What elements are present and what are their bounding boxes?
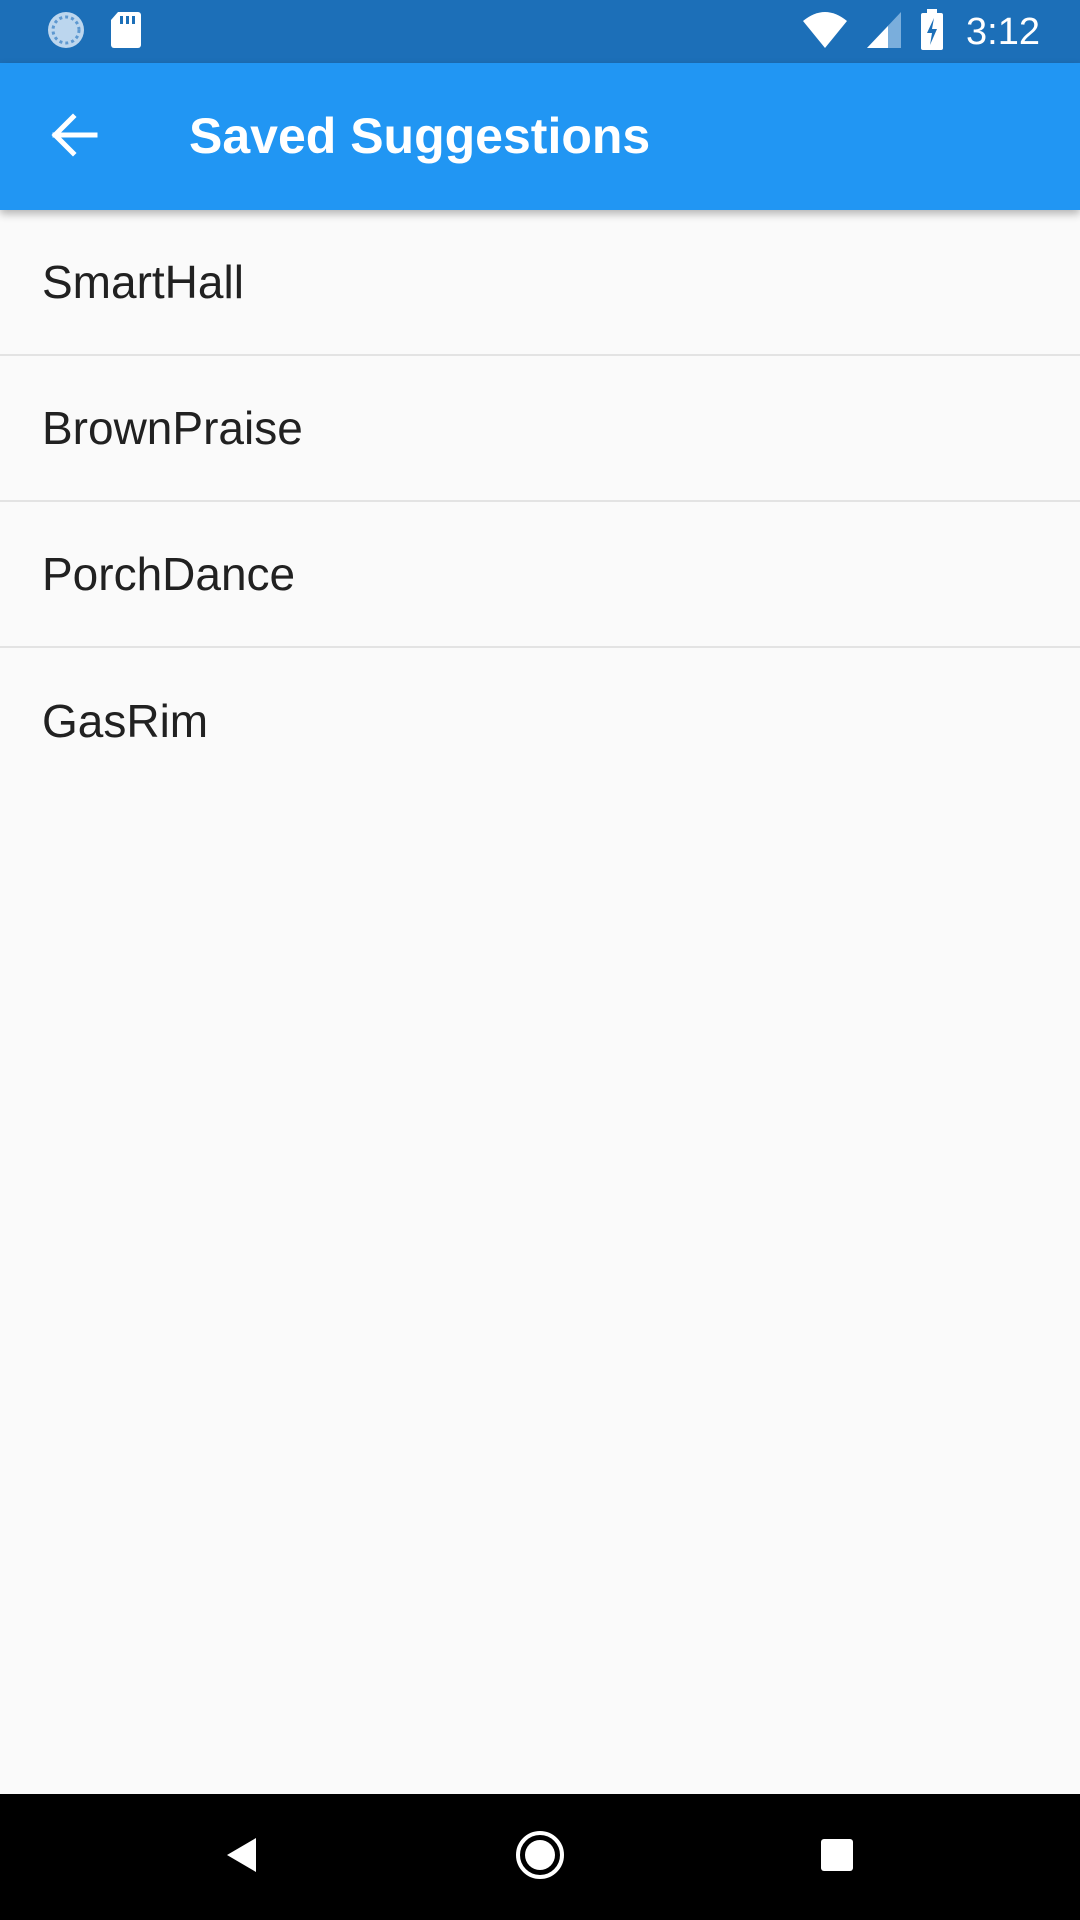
sync-progress-icon xyxy=(46,10,86,55)
list-item-label: GasRim xyxy=(42,695,209,747)
page-title: Saved Suggestions xyxy=(189,108,651,164)
recents-square-icon xyxy=(819,1837,855,1878)
status-left-icons xyxy=(46,10,142,54)
list-item[interactable]: SmartHall xyxy=(0,210,1080,356)
home-circle-icon xyxy=(515,1830,565,1885)
arrow-back-icon xyxy=(49,112,99,163)
list-item-label: BrownPraise xyxy=(42,402,303,454)
status-time: 3:12 xyxy=(966,10,1040,53)
app-bar: Saved Suggestions xyxy=(0,63,1080,210)
status-right-icons: 3:12 xyxy=(802,8,1040,56)
back-button[interactable] xyxy=(26,95,122,179)
wifi-icon xyxy=(802,11,848,54)
nav-home-button[interactable] xyxy=(497,1814,583,1900)
status-bar: 3:12 xyxy=(0,0,1080,63)
list-item-label: PorchDance xyxy=(42,548,296,600)
battery-charging-icon xyxy=(920,8,944,56)
list-item-label: SmartHall xyxy=(42,256,244,308)
navigation-bar xyxy=(0,1794,1080,1920)
cell-signal-icon xyxy=(866,11,902,54)
back-triangle-icon xyxy=(223,1835,259,1880)
nav-recents-button[interactable] xyxy=(794,1814,880,1900)
list-item[interactable]: GasRim xyxy=(0,648,1080,794)
list-item[interactable]: PorchDance xyxy=(0,502,1080,648)
sd-card-icon xyxy=(110,11,142,54)
nav-back-button[interactable] xyxy=(198,1814,284,1900)
saved-suggestions-list: SmartHall BrownPraise PorchDance GasRim xyxy=(0,210,1080,794)
list-item[interactable]: BrownPraise xyxy=(0,356,1080,502)
